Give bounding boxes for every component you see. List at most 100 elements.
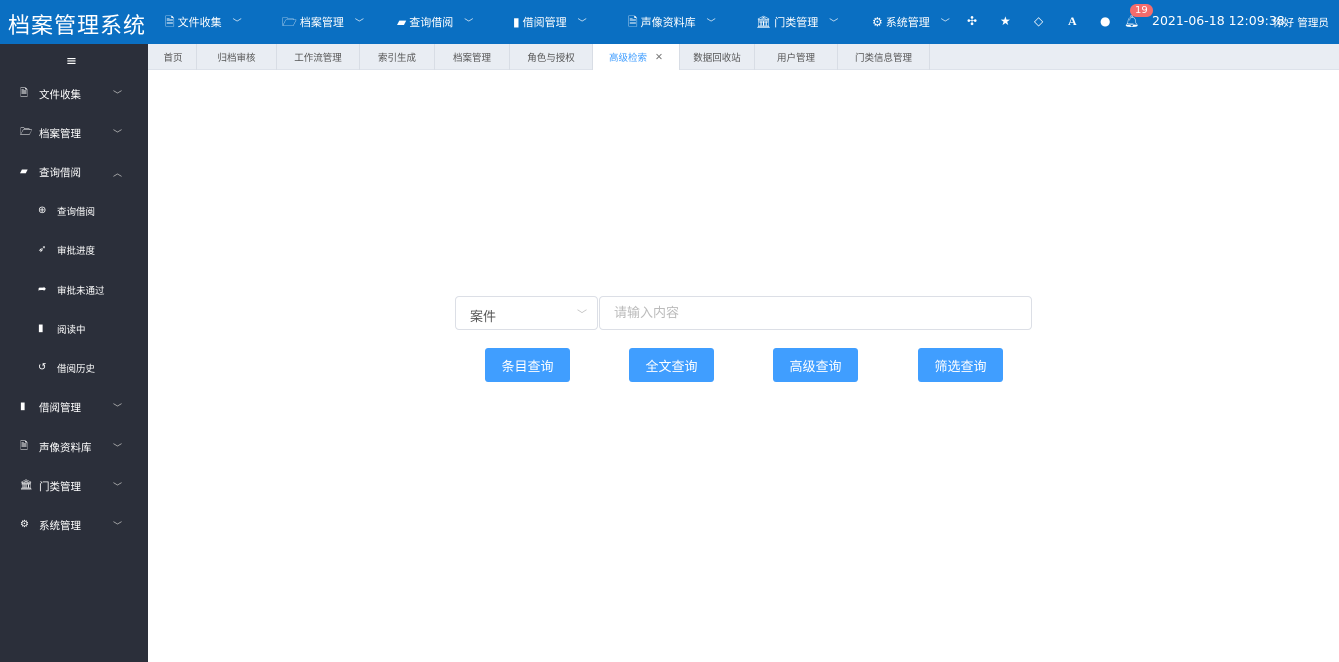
tab-label: 首页 xyxy=(163,53,183,64)
nav-system[interactable]: ⚙ 系统管理 ﹀ xyxy=(872,14,950,30)
sidebar-item-system[interactable]: ⚙ 系统管理 ﹀ xyxy=(0,513,148,537)
tab-label: 门类信息管理 xyxy=(854,53,912,64)
nav-file-collect[interactable]: 🗎 文件收集 ﹀ xyxy=(165,14,242,30)
sidebar: ≡ 🗎 文件收集 ﹀ 🗁 档案管理 ﹀ ▰ 查询借阅 ︿ ⊕ 查询借阅 ➶ 审批进度 ➦ 审批未通… xyxy=(0,44,148,662)
nav-label: 文件收集 xyxy=(177,16,222,29)
sidebar-sub-query[interactable]: ⊕ 查询借阅 xyxy=(0,199,148,223)
label: 阅读中 xyxy=(57,325,86,336)
sidebar-sub-approval-progress[interactable]: ➶ 审批进度 xyxy=(0,238,148,262)
fullscreen-icon[interactable]: ✣ xyxy=(967,14,977,28)
chevron-down-icon: ﹀ xyxy=(113,482,123,493)
nav-label: 门类管理 xyxy=(774,16,819,29)
chevron-down-icon: ﹀ xyxy=(577,18,587,29)
tab-archive-review[interactable]: 归档审核 xyxy=(197,44,277,70)
fulltext-query-button[interactable]: 全文查询 xyxy=(629,348,714,382)
tab-roles[interactable]: 角色与授权 xyxy=(510,44,593,70)
selected-value: 案件 xyxy=(470,310,497,325)
tab-category-info[interactable]: 门类信息管理 xyxy=(838,44,930,70)
sidebar-item-archive[interactable]: 🗁 档案管理 ﹀ xyxy=(0,121,148,145)
chevron-down-icon: ﹀ xyxy=(354,18,364,29)
chevron-down-icon: ﹀ xyxy=(829,18,839,29)
label: 审批进度 xyxy=(57,246,96,257)
filter-query-button[interactable]: 筛选查询 xyxy=(918,348,1003,382)
label: 借阅历史 xyxy=(57,364,96,375)
institution-icon: 🏛 xyxy=(20,480,33,491)
diamond-icon[interactable]: ◇ xyxy=(1034,14,1043,28)
book-icon: ▰ xyxy=(397,15,407,29)
item-query-button[interactable]: 条目查询 xyxy=(485,348,570,382)
nav-category[interactable]: 🏛 门类管理 ﹀ xyxy=(756,14,838,30)
file-pdf-icon: 🗎 xyxy=(165,15,175,29)
tab-advanced-search[interactable]: 高级检索 ✕ xyxy=(593,44,680,70)
cogs-icon: ⚙ xyxy=(20,519,29,530)
institution-icon: 🏛 xyxy=(756,15,772,29)
nav-label: 档案管理 xyxy=(299,16,344,29)
chevron-down-icon: ﹀ xyxy=(113,90,123,101)
nav-media[interactable]: 🗎 声像资料库 ﹀ xyxy=(628,14,716,30)
sidebar-item-media[interactable]: 🗎 声像资料库 ﹀ xyxy=(0,435,148,459)
search-input[interactable] xyxy=(599,296,1032,330)
cogs-icon: ⚙ xyxy=(872,15,883,29)
sidebar-sub-approval-rejected[interactable]: ➦ 审批未通过 xyxy=(0,278,148,302)
chevron-up-icon: ︿ xyxy=(113,168,123,179)
tab-label: 用户管理 xyxy=(776,53,815,64)
close-icon[interactable]: ✕ xyxy=(655,52,663,63)
tab-home[interactable]: 首页 xyxy=(150,44,197,70)
bookmark-icon: ▮ xyxy=(513,15,520,29)
chevron-down-icon: ﹀ xyxy=(940,18,950,29)
sidebar-item-borrow[interactable]: ▮ 借阅管理 ﹀ xyxy=(0,395,148,419)
folder-open-icon: 🗁 xyxy=(20,127,33,138)
font-icon[interactable]: A xyxy=(1068,14,1077,29)
label: 档案管理 xyxy=(39,127,81,140)
chevron-down-icon: ﹀ xyxy=(113,129,123,140)
sidebar-sub-history[interactable]: ↺ 借阅历史 xyxy=(0,356,148,380)
search-plus-icon: ⊕ xyxy=(38,205,47,216)
media-file-icon: 🗎 xyxy=(20,441,29,452)
label: 文件收集 xyxy=(39,88,81,101)
tab-label: 工作流管理 xyxy=(294,53,342,64)
sidebar-item-category[interactable]: 🏛 门类管理 ﹀ xyxy=(0,474,148,498)
tab-label: 归档审核 xyxy=(217,53,256,64)
chevron-down-icon: ﹀ xyxy=(706,18,716,29)
chevron-down-icon: ﹀ xyxy=(113,521,123,532)
sidebar-item-file-collect[interactable]: 🗎 文件收集 ﹀ xyxy=(0,82,148,106)
tab-workflow[interactable]: 工作流管理 xyxy=(277,44,360,70)
top-header: 档案管理系统 🗎 文件收集 ﹀ 🗁 档案管理 ﹀ ▰ 查询借阅 ﹀ ▮ 借阅管理 ﹀ 🗎 声像资料… xyxy=(0,0,1339,44)
tab-users[interactable]: 用户管理 xyxy=(755,44,838,70)
chevron-down-icon: ﹀ xyxy=(577,310,587,321)
search-type-select[interactable]: 案件 ﹀ xyxy=(455,296,598,330)
tab-label: 档案管理 xyxy=(452,53,491,64)
label: 审批未通过 xyxy=(57,286,105,297)
nav-borrow[interactable]: ▮ 借阅管理 ﹀ xyxy=(513,14,587,30)
sidebar-item-query[interactable]: ▰ 查询借阅 ︿ xyxy=(0,160,148,184)
tab-bar: 首页 归档审核 工作流管理 索引生成 档案管理 角色与授权 高级检索 ✕ 数据回收… xyxy=(148,44,1339,70)
tab-label: 角色与授权 xyxy=(527,53,575,64)
file-pdf-icon: 🗎 xyxy=(20,88,29,99)
nav-label: 声像资料库 xyxy=(640,16,696,29)
user-greeting[interactable]: 你好 管理员 xyxy=(1273,15,1329,30)
tab-recycle-bin[interactable]: 数据回收站 xyxy=(680,44,755,70)
tab-index[interactable]: 索引生成 xyxy=(360,44,435,70)
chevron-down-icon: ﹀ xyxy=(113,443,123,454)
menu-toggle-icon[interactable]: ≡ xyxy=(66,54,77,69)
label: 借阅管理 xyxy=(39,401,81,414)
tab-archive[interactable]: 档案管理 xyxy=(435,44,510,70)
tab-label: 索引生成 xyxy=(377,53,416,64)
user-icon[interactable]: ● xyxy=(1100,14,1110,28)
paper-plane-icon: ➶ xyxy=(38,244,47,255)
advanced-query-button[interactable]: 高级查询 xyxy=(773,348,858,382)
nav-label: 借阅管理 xyxy=(522,16,567,29)
share-icon: ➦ xyxy=(38,284,47,295)
label: 查询借阅 xyxy=(57,207,96,218)
label: 查询借阅 xyxy=(39,166,81,179)
app-logo: 档案管理系统 xyxy=(8,14,147,39)
nav-query[interactable]: ▰ 查询借阅 ﹀ xyxy=(397,14,473,30)
star-icon[interactable]: ★ xyxy=(1000,14,1011,28)
chevron-down-icon: ﹀ xyxy=(113,403,123,414)
tab-label: 高级检索 xyxy=(609,53,648,64)
nav-archive[interactable]: 🗁 档案管理 ﹀ xyxy=(282,14,364,30)
sidebar-sub-reading[interactable]: ▮ 阅读中 xyxy=(0,317,148,341)
bookmark-icon: ▮ xyxy=(38,323,44,334)
history-icon: ↺ xyxy=(38,362,47,373)
label: 声像资料库 xyxy=(39,441,92,454)
